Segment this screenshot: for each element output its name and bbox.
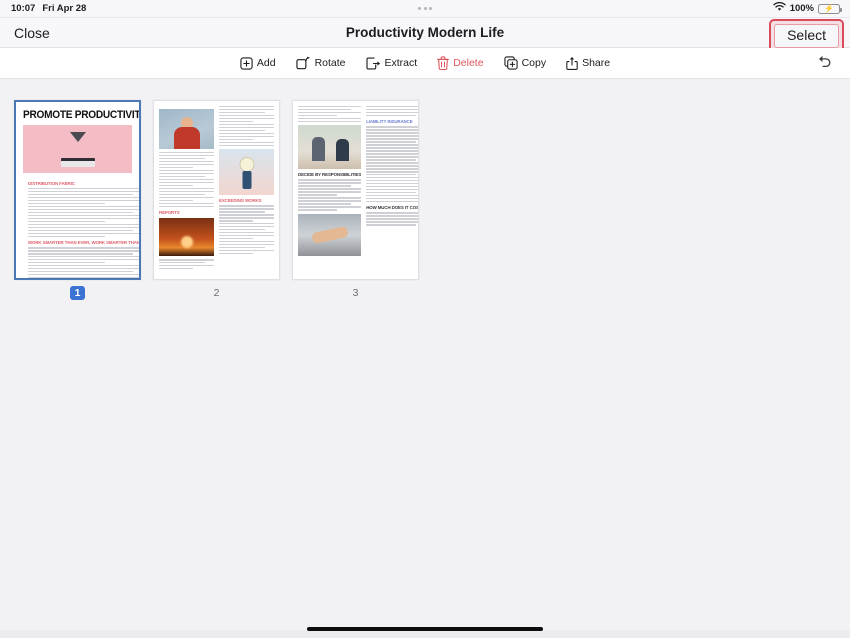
text-lines — [28, 188, 139, 238]
select-button[interactable]: Select — [774, 24, 839, 48]
page-3-column-left: DECIDE BY RESPONSIBILITIES — [298, 106, 362, 259]
text-lines — [159, 152, 214, 208]
share-button[interactable]: Share — [566, 56, 610, 71]
page-1-column-right: DISTRIBUTION FABRIC WORK SMARTER THAN EV… — [28, 178, 141, 278]
extract-square-icon — [365, 57, 381, 70]
copy-button[interactable]: Copy — [503, 56, 547, 70]
page-number-badge-3: 3 — [352, 287, 359, 299]
battery-charging-icon: ⚡ — [818, 3, 842, 14]
page-thumbnail-image-1[interactable]: PROMOTE PRODUCTIVITY DISTRIBUTION FABRIC… — [14, 100, 141, 280]
page-thumbnail-3[interactable]: DECIDE BY RESPONSIBILITIES LIABILITY INS… — [292, 100, 419, 300]
page-2-portrait-photo — [159, 109, 214, 149]
bottom-strip — [0, 630, 850, 638]
text-lines — [298, 179, 362, 211]
page-number-badge-2: 2 — [213, 287, 220, 299]
home-indicator-bar[interactable] — [307, 627, 543, 631]
share-button-label: Share — [582, 57, 611, 69]
page-1-headline: PROMOTE PRODUCTIVITY — [23, 109, 141, 121]
delete-button[interactable]: Delete — [437, 56, 484, 70]
ipad-pdf-page-manager-screen: 10:07 Fri Apr 28 100% ⚡ Close Productivi… — [0, 0, 850, 638]
page-content-3: DECIDE BY RESPONSIBILITIES LIABILITY INS… — [293, 101, 418, 279]
page-content-1: PROMOTE PRODUCTIVITY DISTRIBUTION FABRIC… — [18, 104, 141, 278]
page-1-heading-1: DISTRIBUTION FABRIC — [28, 181, 75, 186]
page-3-heading-1: DECIDE BY RESPONSIBILITIES — [298, 172, 362, 178]
copy-button-label: Copy — [521, 57, 547, 69]
page-1-hero-image — [23, 125, 132, 173]
text-lines — [28, 247, 139, 278]
rotate-button[interactable]: Rotate — [295, 56, 346, 70]
rotate-square-icon — [295, 56, 311, 70]
text-lines — [159, 259, 214, 270]
page-1-columns: DISTRIBUTION FABRIC WORK SMARTER THAN EV… — [23, 178, 139, 278]
page-title: Productivity Modern Life — [345, 25, 505, 40]
page-thumbnail-1[interactable]: PROMOTE PRODUCTIVITY DISTRIBUTION FABRIC… — [14, 100, 141, 300]
trash-icon — [437, 56, 450, 70]
undo-arrow-icon[interactable] — [816, 53, 832, 73]
copy-square-icon — [503, 56, 518, 70]
share-up-arrow-icon — [566, 56, 578, 71]
text-lines — [366, 212, 418, 226]
page-tools-toolbar: Add Rotate Extract Delete Copy Share — [0, 48, 850, 79]
page-thumbnail-area: PROMOTE PRODUCTIVITY DISTRIBUTION FABRIC… — [0, 79, 850, 630]
page-2-sunset-photo — [159, 218, 214, 257]
page-3-column-right: LIABILITY INSURANCE HOW MUCH DOES IT COS… — [366, 106, 419, 259]
page-3-heading-3: HOW MUCH DOES IT COST PROCESS? — [366, 205, 419, 211]
add-button-label: Add — [256, 57, 276, 69]
page-1-heading-2: WORK SMARTER THAN EVER, WORK SMARTER THA… — [28, 240, 141, 246]
toolbar-items: Add Rotate Extract Delete Copy Share — [240, 56, 610, 71]
page-2-columns: REPORTS EXCEEDING WORKS — [159, 106, 274, 271]
multitask-indicator[interactable] — [0, 7, 850, 10]
page-2-column-right: EXCEEDING WORKS — [219, 106, 274, 271]
page-3-handshake-photo — [298, 213, 362, 256]
page-2-heading-2: EXCEEDING WORKS — [219, 198, 262, 204]
page-2-lightbulb-photo — [219, 149, 274, 196]
text-lines — [219, 106, 274, 147]
page-3-columns: DECIDE BY RESPONSIBILITIES LIABILITY INS… — [298, 106, 418, 259]
add-button[interactable]: Add — [240, 56, 276, 70]
plant-shape — [69, 132, 86, 142]
page-2-column-left: REPORTS — [159, 106, 214, 271]
text-lines — [219, 205, 274, 255]
multitask-dots-icon[interactable] — [418, 7, 432, 10]
page-number-badge-1: 1 — [69, 286, 86, 300]
page-thumbnail-2[interactable]: REPORTS EXCEEDING WORKS 2 — [153, 100, 280, 300]
page-3-office-photo — [298, 125, 362, 170]
page-content-2: REPORTS EXCEEDING WORKS — [154, 101, 279, 279]
text-lines — [366, 126, 418, 203]
extract-button[interactable]: Extract — [365, 57, 418, 70]
page-thumbnail-image-2[interactable]: REPORTS EXCEEDING WORKS — [153, 100, 280, 280]
extract-button-label: Extract — [384, 57, 418, 69]
rotate-button-label: Rotate — [314, 57, 346, 69]
page-grid: PROMOTE PRODUCTIVITY DISTRIBUTION FABRIC… — [14, 100, 850, 300]
page-3-heading-2: LIABILITY INSURANCE — [366, 119, 413, 125]
delete-button-label: Delete — [453, 57, 484, 69]
status-bar: 10:07 Fri Apr 28 100% ⚡ — [0, 0, 850, 18]
text-lines — [298, 106, 362, 123]
select-button-label: Select — [787, 27, 826, 43]
navigation-bar: Close Productivity Modern Life Select — [0, 18, 850, 53]
page-2-heading-1: REPORTS — [159, 210, 180, 216]
laptop-shape — [60, 158, 95, 167]
text-lines — [366, 106, 418, 117]
add-square-icon — [240, 56, 253, 70]
page-thumbnail-image-3[interactable]: DECIDE BY RESPONSIBILITIES LIABILITY INS… — [292, 100, 419, 280]
